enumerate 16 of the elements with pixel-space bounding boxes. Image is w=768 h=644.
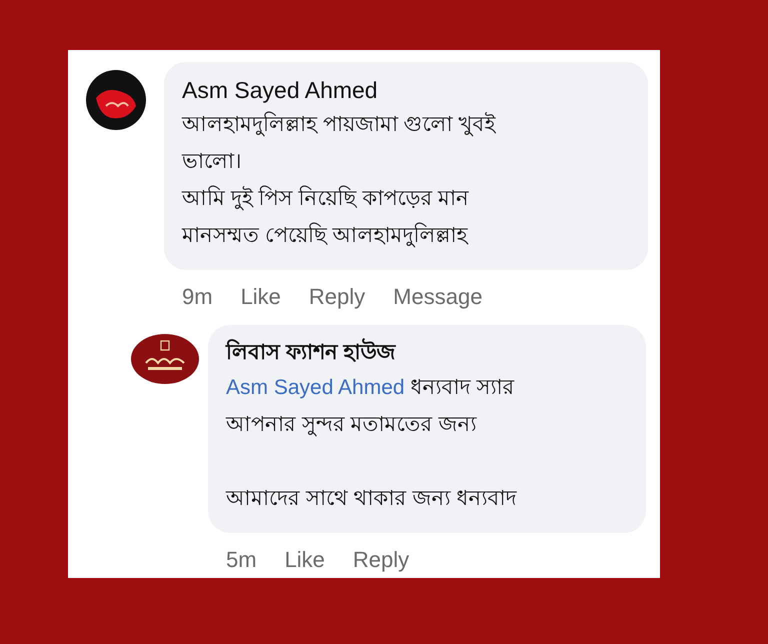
avatar-icon xyxy=(86,70,146,130)
action-link[interactable]: Like xyxy=(284,543,325,576)
action-link[interactable]: Like xyxy=(240,280,281,313)
mention-link[interactable]: Asm Sayed Ahmed xyxy=(226,376,405,399)
comment-time: 5m xyxy=(226,546,257,574)
comment-text: Asm Sayed Ahmed ধন্যবাদ স্যার আপনার সুন্দর মতামতের জন্য xyxy=(226,375,516,438)
action-link[interactable]: Message xyxy=(393,280,482,313)
comment-text: আলহামদুলিল্লাহ পায়জামা গুলো খুবই ভালো। xyxy=(182,110,497,175)
action-link[interactable]: Reply xyxy=(308,280,366,313)
brand-logo-icon xyxy=(130,333,200,385)
author-name[interactable]: Asm Sayed Ahmed xyxy=(182,74,630,106)
author-name[interactable]: লিবাস ফ্যাশন হাউজ xyxy=(226,337,628,369)
comment-text: আমাদের সাথে থাকার জন্য ধন্যবাদ xyxy=(226,486,518,512)
comment-time: 9m xyxy=(182,283,213,311)
comment-text: আমি দুই পিস নিয়েছি কাপড়ের মান মানসম্মত পেয়েছি আলহামদুলিল্লাহ xyxy=(182,184,470,250)
action-link[interactable]: Reply xyxy=(352,543,410,576)
